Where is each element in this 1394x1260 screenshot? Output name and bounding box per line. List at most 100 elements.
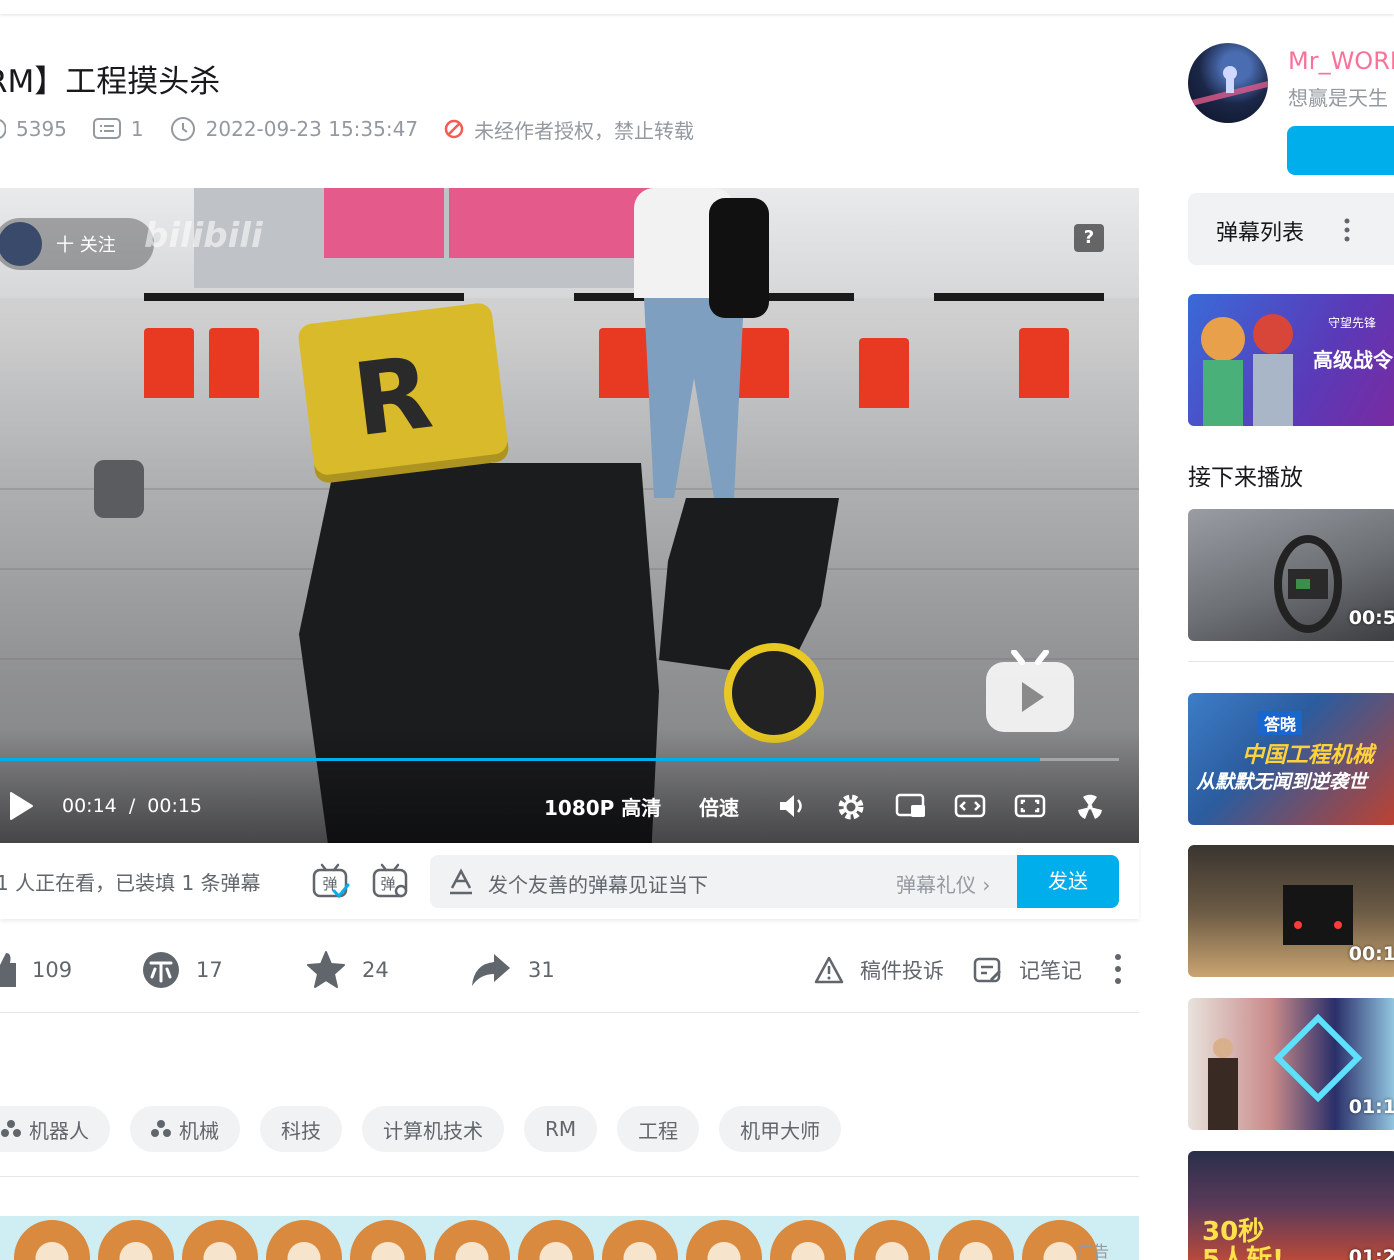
top-nav-bar [0,0,1394,14]
danmaku-toggle-icon[interactable]: 弹 [312,863,350,899]
divider [0,1012,1139,1013]
follow-overlay-label: 十 关注 [56,235,116,256]
tag-label: 机器人 [29,1118,89,1143]
scene-tent [449,188,559,258]
scene-cube-logo: R [347,333,438,460]
danmaku-count-icon [92,118,121,139]
coin-button[interactable]: 17 [142,944,223,996]
topic-icon [151,1120,171,1137]
time-current: 00:14 [62,795,117,817]
recommendation-card[interactable]: 01:1 [1188,998,1394,1130]
notes-button[interactable]: 记笔记 [973,944,1082,996]
tag-item[interactable]: 科技 [260,1106,342,1152]
tag-item[interactable]: RM [524,1106,598,1152]
scene-table [144,293,464,301]
uploader-mini-avatar [0,222,42,266]
web-fullscreen-icon[interactable] [1014,792,1046,820]
tag-item[interactable]: 计算机技术 [362,1106,504,1152]
quality-button[interactable]: 1080P 高清 [544,792,661,821]
big-play-icon[interactable] [984,650,1076,734]
like-count: 109 [32,958,73,982]
coin-icon [143,952,179,988]
progress-bar[interactable] [0,758,1119,761]
volume-icon[interactable] [777,792,807,820]
fullscreen-icon[interactable] [1074,792,1106,822]
sidebar-ad-card[interactable]: 守望先锋 高级战令 [1188,294,1394,426]
scene-table [934,293,1104,301]
viewers-text: 1 人正在看，已装填 1 条弹幕 [0,870,261,895]
scene-stool [859,338,909,408]
rec-duration: 00:5 [1348,607,1394,629]
report-button[interactable]: 稿件投诉 [814,944,944,996]
copyright-notice: 未经作者授权，禁止转载 [444,115,694,144]
scene-stool [739,328,789,398]
tag-label: 计算机技术 [383,1118,483,1143]
banner-shiba-image [266,1220,342,1260]
publish-date: 2022-09-23 15:35:47 [170,116,418,142]
player-controls: 00:14 / 00:15 1080P 高清 倍速 [0,786,1139,826]
danmaku-list-more-icon[interactable] [1341,217,1353,243]
view-count: 5395 [0,117,67,141]
banner-shiba-image [518,1220,594,1260]
help-button[interactable]: ? [1074,224,1104,252]
time-display: 00:14 / 00:15 [62,795,202,817]
divider [1188,661,1394,662]
recommendation-card[interactable]: 30秒 5人斩! 01:2 [1188,1151,1394,1260]
rec-overlay-text-2: 5人斩! [1202,1245,1284,1260]
tag-list: 机器人 机械 科技 计算机技术 RM 工程 机甲大师 [0,1106,861,1152]
danmaku-input[interactable]: 发个友善的弹幕见证当下 弹幕礼仪 › 发送 [430,855,1119,908]
danmaku-list-title: 弹幕列表 [1216,221,1305,246]
scene-stool [1019,328,1069,398]
tag-item[interactable]: 工程 [617,1106,700,1152]
topic-icon [1,1120,21,1137]
uploader-avatar[interactable] [1188,43,1268,123]
banner-shiba-image [182,1220,258,1260]
banner-shiba-image [686,1220,762,1260]
more-options-icon[interactable] [1112,952,1124,986]
banner-shiba-image [602,1220,678,1260]
tag-item[interactable]: 机械 [130,1106,240,1152]
thumbs-up-icon [0,953,16,987]
banner-shiba-image [434,1220,510,1260]
svg-text:弹: 弹 [380,875,395,893]
danmaku-settings-icon[interactable]: 弹 [372,863,410,899]
comment-count-value: 1 [130,117,144,141]
divider [0,1176,1139,1177]
share-count: 31 [528,958,555,982]
danmaku-send-bar: 1 人正在看，已装填 1 条弹幕 弹 弹 发个友善的弹幕见证当下 弹幕礼仪 › … [0,843,1139,919]
danmaku-etiquette-link[interactable]: 弹幕礼仪 › [896,869,990,898]
send-danmaku-button[interactable]: 发送 [1017,855,1119,908]
notes-label: 记笔记 [1019,959,1082,983]
recommendation-card[interactable]: 答晓 中国工程机械 从默默无闻到逆袭世 [1188,693,1394,825]
like-button[interactable]: 109 [0,944,72,996]
recommendation-card[interactable]: 00:5 [1188,509,1394,641]
view-count-value: 5395 [16,117,67,141]
tag-item[interactable]: 机甲大师 [719,1106,842,1152]
recommendation-card[interactable]: 00:1 [1188,845,1394,977]
danmaku-input-placeholder: 发个友善的弹幕见证当下 [488,873,708,897]
speed-button[interactable]: 倍速 [699,792,739,821]
coin-count: 17 [196,958,223,982]
widescreen-icon[interactable] [954,792,986,820]
picture-in-picture-icon[interactable] [895,792,927,820]
settings-gear-icon[interactable] [836,792,866,822]
video-player[interactable]: R 十 关注 bilibili ? 00:14 / 00:15 1080P 高清… [0,188,1139,843]
rec-overlay-text-2: 从默默无闻到逆袭世 [1196,771,1368,793]
danmaku-list-panel[interactable]: 弹幕列表 [1188,193,1394,265]
ad-label: 广告 [1076,1242,1109,1260]
follow-button[interactable] [1287,126,1394,175]
publish-date-value: 2022-09-23 15:35:47 [205,117,419,141]
uploader-name[interactable]: Mr_WORL [1288,47,1394,75]
share-button[interactable]: 31 [470,944,555,996]
banner-shiba-image [350,1220,426,1260]
ad-banner[interactable]: 广告 [0,1216,1139,1260]
banner-shiba-image [98,1220,174,1260]
ad-title: 高级战令 [1313,348,1393,372]
comment-count: 1 [92,117,144,141]
tag-item[interactable]: 机器人 [0,1106,110,1152]
play-icon[interactable] [8,791,34,821]
danmaku-style-icon[interactable] [448,868,474,896]
favorite-button[interactable]: 24 [306,944,389,996]
follow-overlay-button[interactable]: 十 关注 [0,218,154,270]
scene-person-legs [644,298,744,498]
